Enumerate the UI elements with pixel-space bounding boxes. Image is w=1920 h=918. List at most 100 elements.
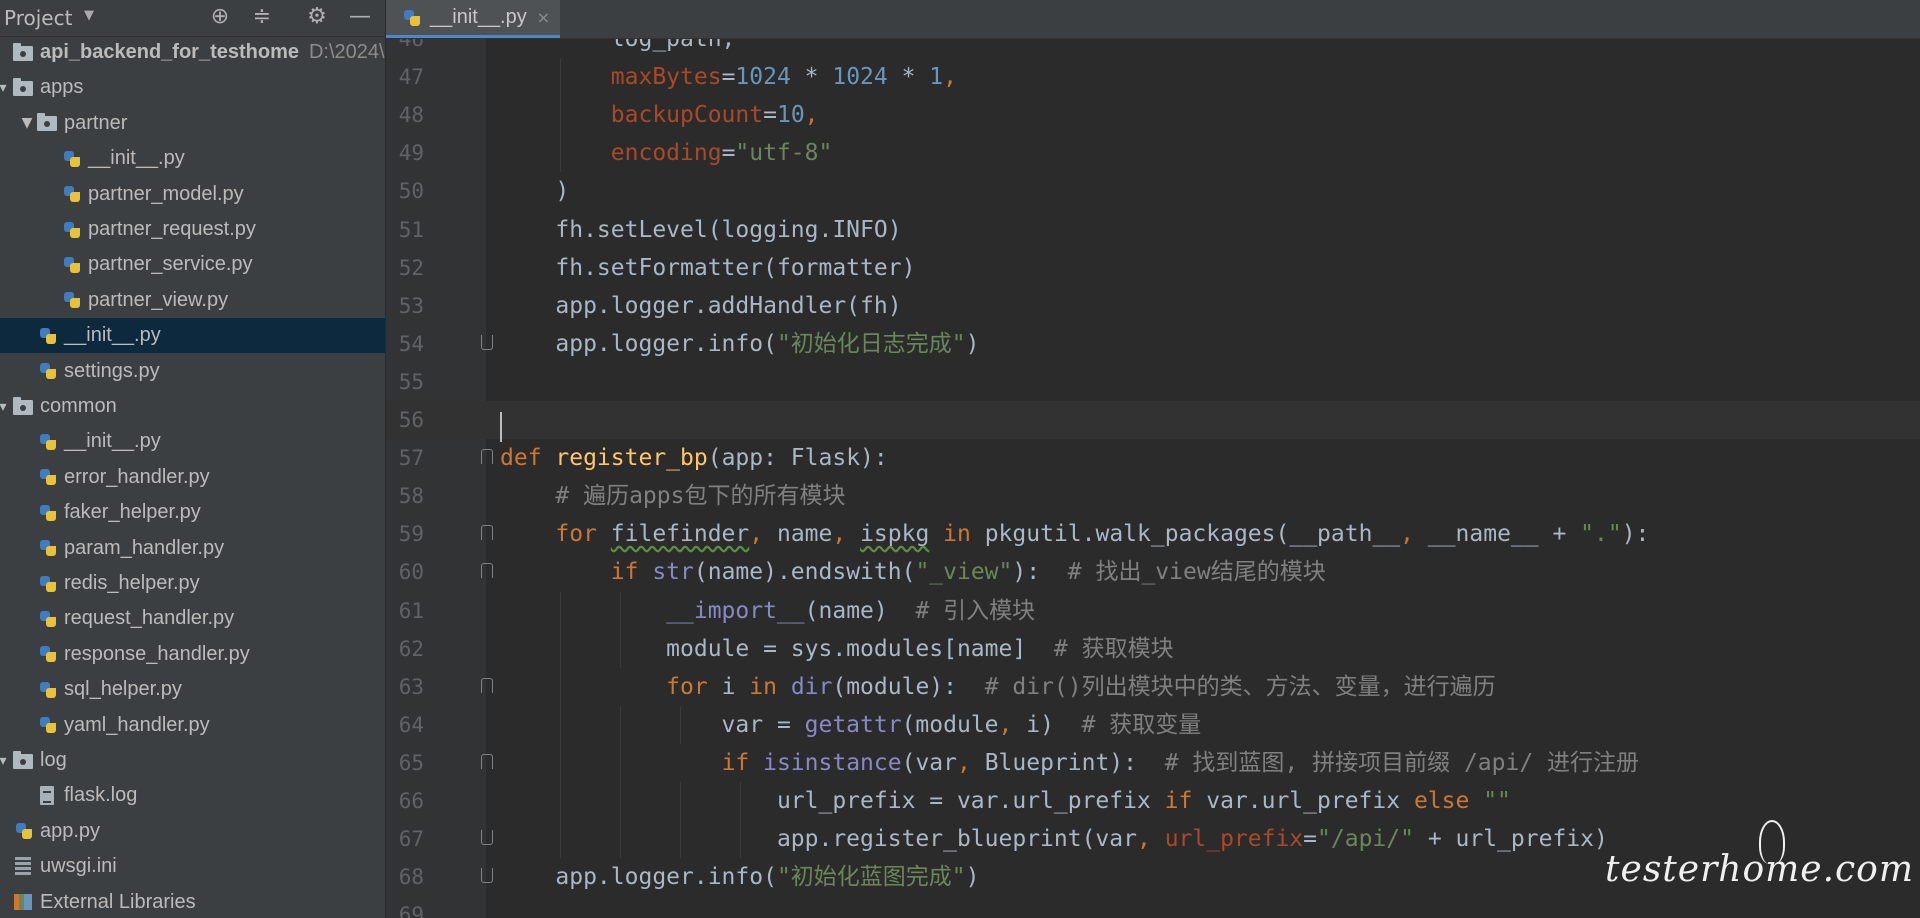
code-token: # 遍历apps包下的所有模块	[555, 483, 846, 510]
code-line[interactable]: 66 url_prefix = var.url_prefix if var.ur…	[386, 782, 1920, 820]
tab-init-py[interactable]: __init__.py ×	[386, 0, 561, 38]
locate-icon[interactable]: ⊕	[208, 4, 232, 30]
code-token: fh.setLevel(logging.INFO)	[500, 216, 902, 243]
tree-item[interactable]: partner_model.py	[0, 177, 385, 212]
code-text: var = getattr(module, i) # 获取变量	[500, 706, 1202, 744]
fold-marker-icon[interactable]	[480, 563, 494, 579]
code-text: maxBytes=1024 * 1024 * 1,	[500, 58, 957, 96]
tree-item[interactable]: ▾ log	[0, 743, 385, 778]
python-file-icon	[36, 537, 58, 559]
code-line[interactable]: 50 )	[386, 172, 1920, 210]
code-line[interactable]: 63 for i in dir(module): # dir()列出模块中的类、…	[386, 667, 1920, 706]
line-number: 67	[398, 827, 424, 852]
tree-item[interactable]: External Libraries	[0, 885, 385, 918]
line-number: 52	[398, 255, 424, 280]
code-line[interactable]: 65 if isinstance(var, Blueprint): # 找到蓝图…	[386, 743, 1920, 782]
code-line[interactable]: 61 __import__(name) # 引入模块	[386, 591, 1920, 630]
tree-item[interactable]: flask.log	[0, 778, 385, 813]
code-token: ,	[749, 521, 777, 548]
code-line[interactable]: 51 fh.setLevel(logging.INFO)	[386, 211, 1920, 249]
collapse-all-icon[interactable]: ≑	[250, 4, 274, 30]
fold-marker-icon[interactable]	[480, 525, 494, 541]
tree-item[interactable]: __init__.py	[0, 318, 385, 354]
code-text: backupCount=10,	[500, 96, 819, 134]
code-line[interactable]: 49 encoding="utf-8"	[386, 134, 1920, 173]
python-file-icon	[36, 573, 58, 595]
code-line[interactable]: 55	[386, 363, 1920, 401]
code-line[interactable]: 54 app.logger.info("初始化日志完成")	[386, 325, 1920, 363]
tree-item[interactable]: __init__.py	[0, 141, 385, 176]
code-token: Blueprint):	[984, 749, 1165, 776]
code-token: for	[666, 673, 722, 700]
minimize-icon[interactable]: —	[348, 4, 372, 30]
editor-tab-bar: __init__.py ×	[386, 0, 1920, 39]
tree-item[interactable]: api_backend_for_testhome D:\2024\p	[0, 35, 385, 70]
expand-arrow-icon[interactable]: ▾	[0, 80, 12, 96]
tree-item[interactable]: partner_request.py	[0, 212, 385, 247]
tree-item[interactable]: error_handler.py	[0, 460, 385, 495]
tree-item[interactable]: ▾ apps	[0, 70, 385, 105]
chevron-down-icon[interactable]: ▼	[84, 8, 94, 23]
code-text: __import__(name) # 引入模块	[500, 592, 1035, 630]
tree-item[interactable]: partner_view.py	[0, 283, 385, 318]
tree-item[interactable]: partner_service.py	[0, 247, 385, 282]
code-line[interactable]: 52 fh.setFormatter(formatter)	[386, 249, 1920, 287]
tree-item[interactable]: response_handler.py	[0, 637, 385, 672]
gear-icon[interactable]: ⚙	[305, 4, 329, 30]
tree-item[interactable]: request_handler.py	[0, 601, 385, 636]
tree-item-label: __init__.py	[64, 324, 161, 347]
code-line[interactable]: 69	[386, 896, 1920, 918]
code-line[interactable]: 57 def register_bp(app: Flask):	[386, 439, 1920, 477]
code-line[interactable]: 64 var = getattr(module, i) # 获取变量	[386, 705, 1920, 744]
code-token: # 找出_view结尾的模块	[1067, 559, 1326, 586]
tree-item[interactable]: faker_helper.py	[0, 495, 385, 530]
code-line[interactable]: 47 maxBytes=1024 * 1024 * 1,	[386, 58, 1920, 97]
code-line[interactable]: 56	[386, 401, 1920, 439]
code-line[interactable]: 60 if str(name).endswith("_view"): # 找出_…	[386, 553, 1920, 591]
code-line[interactable]: 59 for filefinder, name, ispkg in pkguti…	[386, 515, 1920, 553]
code-token: ,	[943, 64, 958, 91]
tree-item-label: request_handler.py	[64, 607, 235, 630]
tree-item[interactable]: param_handler.py	[0, 531, 385, 566]
tree-item[interactable]: yaml_handler.py	[0, 708, 385, 743]
tree-item[interactable]: app.py	[0, 814, 385, 849]
code-line[interactable]: 62 module = sys.modules[name] # 获取模块	[386, 629, 1920, 668]
code-text: fh.setFormatter(formatter)	[500, 249, 915, 287]
project-view-selector[interactable]: Project	[4, 6, 72, 30]
fold-marker-icon[interactable]	[480, 830, 494, 846]
code-token: ,	[1136, 826, 1165, 853]
code-token: else	[1413, 788, 1484, 814]
code-token: app.logger.info(	[500, 864, 777, 891]
code-line[interactable]: 48 backupCount=10,	[386, 96, 1920, 135]
fold-marker-icon[interactable]	[480, 868, 494, 884]
fold-marker-icon[interactable]	[480, 753, 494, 770]
tree-item-label: External Libraries	[40, 890, 196, 913]
fold-marker-icon[interactable]	[480, 334, 494, 351]
code-text: fh.setLevel(logging.INFO)	[500, 211, 902, 249]
code-line[interactable]: 46 log_path,	[386, 39, 1920, 58]
code-token: var.url_prefix	[1206, 788, 1414, 814]
code-token: ,	[1400, 521, 1428, 548]
tree-item[interactable]: ▾ common	[0, 389, 385, 424]
expand-arrow-icon[interactable]: ▾	[0, 399, 12, 415]
line-number: 57	[398, 446, 424, 471]
code-token: =	[763, 102, 777, 129]
expand-arrow-icon[interactable]: ▼	[18, 115, 36, 131]
code-text: app.logger.addHandler(fh)	[500, 287, 901, 325]
code-editor[interactable]: 46 log_path, 47 maxBytes=1024 * 1024 * 1,…	[386, 39, 1920, 918]
code-token: __import__	[666, 597, 805, 624]
tree-item[interactable]: sql_helper.py	[0, 672, 385, 707]
tree-item[interactable]: ▼ partner	[0, 106, 385, 141]
tree-item[interactable]: settings.py	[0, 354, 385, 389]
expand-arrow-icon[interactable]: ▾	[0, 753, 12, 769]
fold-marker-icon[interactable]	[480, 449, 494, 465]
tree-item[interactable]: redis_helper.py	[0, 566, 385, 601]
tree-item[interactable]: __init__.py	[0, 424, 385, 459]
fold-marker-icon[interactable]	[480, 677, 494, 694]
folder-icon	[12, 396, 34, 418]
tree-item-label: __init__.py	[64, 430, 161, 453]
close-icon[interactable]: ×	[537, 8, 550, 27]
code-line[interactable]: 58 # 遍历apps包下的所有模块	[386, 477, 1920, 515]
tree-item[interactable]: uwsgi.ini	[0, 849, 385, 884]
code-line[interactable]: 53 app.logger.addHandler(fh)	[386, 287, 1920, 325]
